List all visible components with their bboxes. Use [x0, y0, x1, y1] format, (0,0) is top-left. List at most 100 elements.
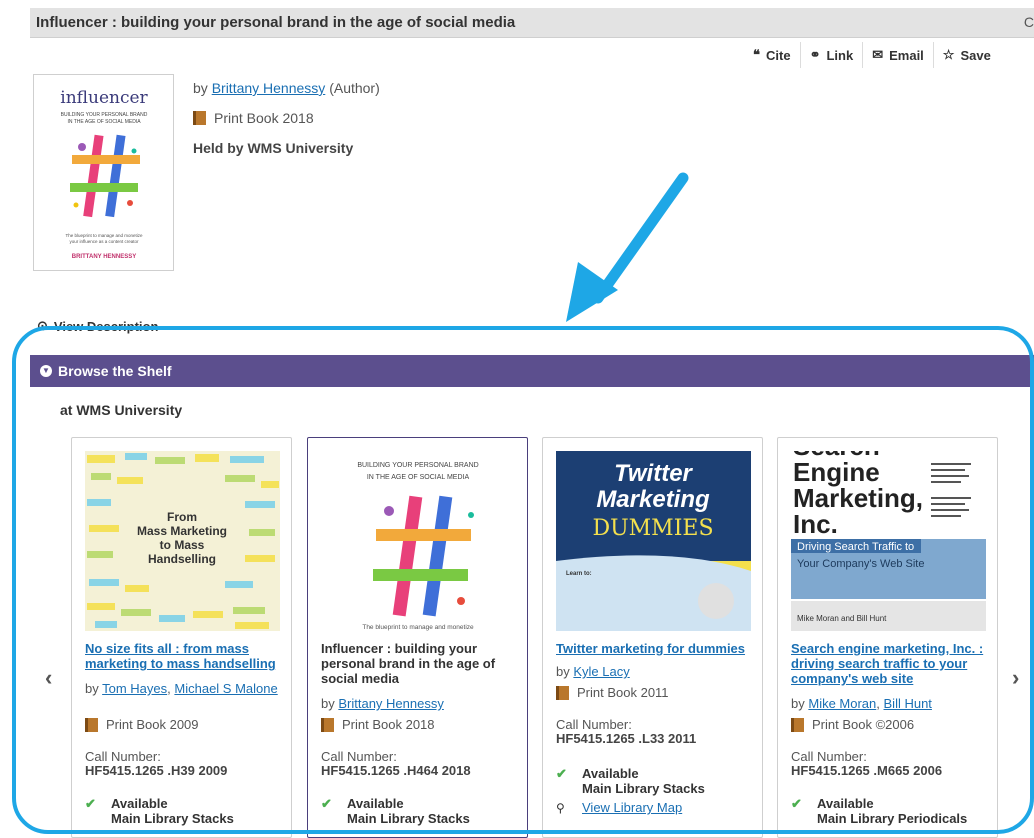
cover-line-7: Mike Moran and Bill Hunt [797, 614, 887, 623]
book-format: Print Book 2009 [85, 717, 280, 732]
print-book-icon [193, 111, 206, 125]
record-cover-image[interactable]: influencer BUILDING YOUR PERSONAL BRAND … [33, 74, 174, 271]
print-book-icon [556, 685, 569, 700]
availability-location: Main Library Stacks [347, 811, 470, 826]
availability-status: Available [582, 766, 639, 781]
cover-line-2: IN THE AGE OF SOCIAL MEDIA [367, 474, 470, 481]
book-cover-image[interactable]: Search Engine Marketing, Inc. Driving Se… [791, 451, 986, 631]
cover-line-6: Your Company's Web Site [797, 558, 924, 570]
call-number-label: Call Number: [556, 717, 632, 732]
author-role: (Author) [329, 80, 380, 96]
shelf-location-label: at WMS University [60, 402, 183, 418]
carousel-prev-arrow[interactable]: ‹ [45, 665, 52, 691]
book-title: Influencer : building your personal bran… [321, 641, 496, 686]
availability-location: Main Library Periodicals [817, 811, 968, 826]
title-bar-edge-glyph: C [1023, 14, 1034, 30]
library-map-row: ⚲ View Library Map [556, 800, 751, 815]
cover-author: BRITTANY HENNESSY [72, 254, 136, 260]
author-link[interactable]: Bill Hunt [884, 696, 932, 711]
author-link[interactable]: Brittany Hennessy [338, 696, 444, 711]
book-title-link[interactable]: Twitter marketing for dummies [556, 641, 751, 656]
format-row: Print Book 2018 [193, 106, 380, 130]
book-title-link[interactable]: No size fits all : from mass marketing t… [85, 641, 280, 671]
availability-block: ✔ Available Main Library Stacks [85, 796, 280, 826]
shelf-book-card[interactable]: From Mass Marketing to Mass Handselling … [71, 437, 292, 838]
cover-line-3: The blueprint to manage and monetize [362, 624, 474, 631]
cover-subtitle-2: IN THE AGE OF SOCIAL MEDIA [67, 119, 141, 125]
browse-shelf-header[interactable]: ▼ Browse the Shelf [30, 355, 1034, 387]
book-authors: by Brittany Hennessy [321, 696, 516, 711]
link-label: Link [826, 47, 854, 63]
cover-title-text: influencer [60, 88, 148, 108]
cover-line-4: Inc. [793, 509, 838, 539]
link-button[interactable]: ⚭ Link [799, 42, 863, 68]
record-title-bar: Influencer : building your personal bran… [30, 8, 1034, 38]
availability-block: ✔ Available Main Library Stacks [321, 796, 516, 826]
email-button[interactable]: ✉ Email [862, 42, 933, 68]
call-number-value: HF5415.1265 .M665 2006 [791, 763, 943, 778]
book-cover-image[interactable]: Twitter Marketing DUMMIES Learn to: [556, 451, 751, 631]
check-icon: ✔ [556, 766, 567, 781]
shelf-book-card-current[interactable]: BUILDING YOUR PERSONAL BRAND IN THE AGE … [307, 437, 528, 838]
call-number-label: Call Number: [321, 749, 397, 764]
cover-line-2: Mass Marketing [137, 524, 227, 538]
availability-block: ✔ Available Main Library Stacks [556, 766, 751, 796]
by-prefix: by [85, 681, 99, 696]
by-prefix: by [556, 664, 570, 679]
cover-line-3: DUMMIES [592, 516, 713, 541]
check-icon: ✔ [85, 796, 96, 811]
availability-status: Available [111, 796, 168, 811]
quote-icon: ❝ [753, 47, 760, 62]
availability-status: Available [817, 796, 874, 811]
browse-shelf-label: Browse the Shelf [58, 363, 172, 379]
availability-location: Main Library Stacks [111, 811, 234, 826]
book-authors: by Mike Moran, Bill Hunt [791, 696, 932, 711]
book-format: Print Book 2018 [321, 717, 516, 732]
cite-button[interactable]: ❝ Cite [744, 42, 800, 68]
cover-line-2: Marketing [596, 486, 710, 513]
record-title: Influencer : building your personal bran… [36, 14, 516, 31]
author-link[interactable]: Brittany Hennessy [212, 80, 326, 96]
shelf-book-card[interactable]: Twitter Marketing DUMMIES Learn to: Twit… [542, 437, 763, 838]
book-title-link[interactable]: Search engine marketing, Inc. : driving … [791, 641, 986, 686]
author-link[interactable]: Tom Hayes [102, 681, 167, 696]
book-cover-image[interactable]: BUILDING YOUR PERSONAL BRAND IN THE AGE … [321, 451, 516, 631]
call-number-value: HF5415.1265 .H464 2018 [321, 763, 471, 778]
envelope-icon: ✉ [872, 47, 884, 62]
view-library-map-link[interactable]: View Library Map [582, 800, 682, 815]
author-link[interactable]: Michael S Malone [174, 681, 277, 696]
format-label: Print Book 2011 [577, 685, 669, 700]
play-circle-icon: ⊙ [37, 318, 48, 333]
record-actions: ❝ Cite ⚭ Link ✉ Email ☆ Save [744, 42, 1000, 68]
availability-status: Available [347, 796, 404, 811]
cover-line-1: Twitter [614, 460, 693, 487]
book-cover-image[interactable]: From Mass Marketing to Mass Handselling [85, 451, 280, 631]
carousel-next-arrow[interactable]: › [1012, 665, 1019, 691]
call-number-value: HF5415.1265 .H39 2009 [85, 763, 228, 778]
held-by-label: Held by WMS University [193, 140, 354, 156]
view-description-label: View Description [53, 318, 159, 334]
print-book-icon [85, 717, 98, 732]
cover-line-5: Driving Search Traffic to [797, 541, 914, 553]
author-link[interactable]: Kyle Lacy [573, 664, 629, 679]
cover-line-1: From [167, 510, 197, 524]
check-icon: ✔ [321, 796, 332, 811]
format-label: Print Book 2018 [214, 110, 314, 126]
annotation-arrow-icon [566, 172, 689, 322]
cite-label: Cite [766, 47, 791, 63]
by-prefix: by [791, 696, 805, 711]
check-icon: ✔ [791, 796, 802, 811]
view-description-toggle[interactable]: ⊙ View Description [37, 318, 158, 334]
call-number-block: Call Number: HF5415.1265 .M665 2006 [791, 750, 986, 778]
by-prefix: by [193, 80, 208, 96]
cover-line-4: Learn to: [566, 571, 592, 577]
link-icon: ⚭ [809, 47, 821, 62]
availability-block: ✔ Available Main Library Periodicals [791, 796, 986, 826]
save-button[interactable]: ☆ Save [932, 42, 1000, 68]
call-number-value: HF5415.1265 .L33 2011 [556, 731, 697, 746]
shelf-book-card[interactable]: Search Engine Marketing, Inc. Driving Se… [777, 437, 998, 838]
book-authors: by Tom Hayes, Michael S Malone [85, 681, 278, 696]
author-link[interactable]: Mike Moran [808, 696, 876, 711]
chevron-down-circle-icon: ▼ [40, 365, 52, 377]
by-prefix: by [321, 696, 335, 711]
